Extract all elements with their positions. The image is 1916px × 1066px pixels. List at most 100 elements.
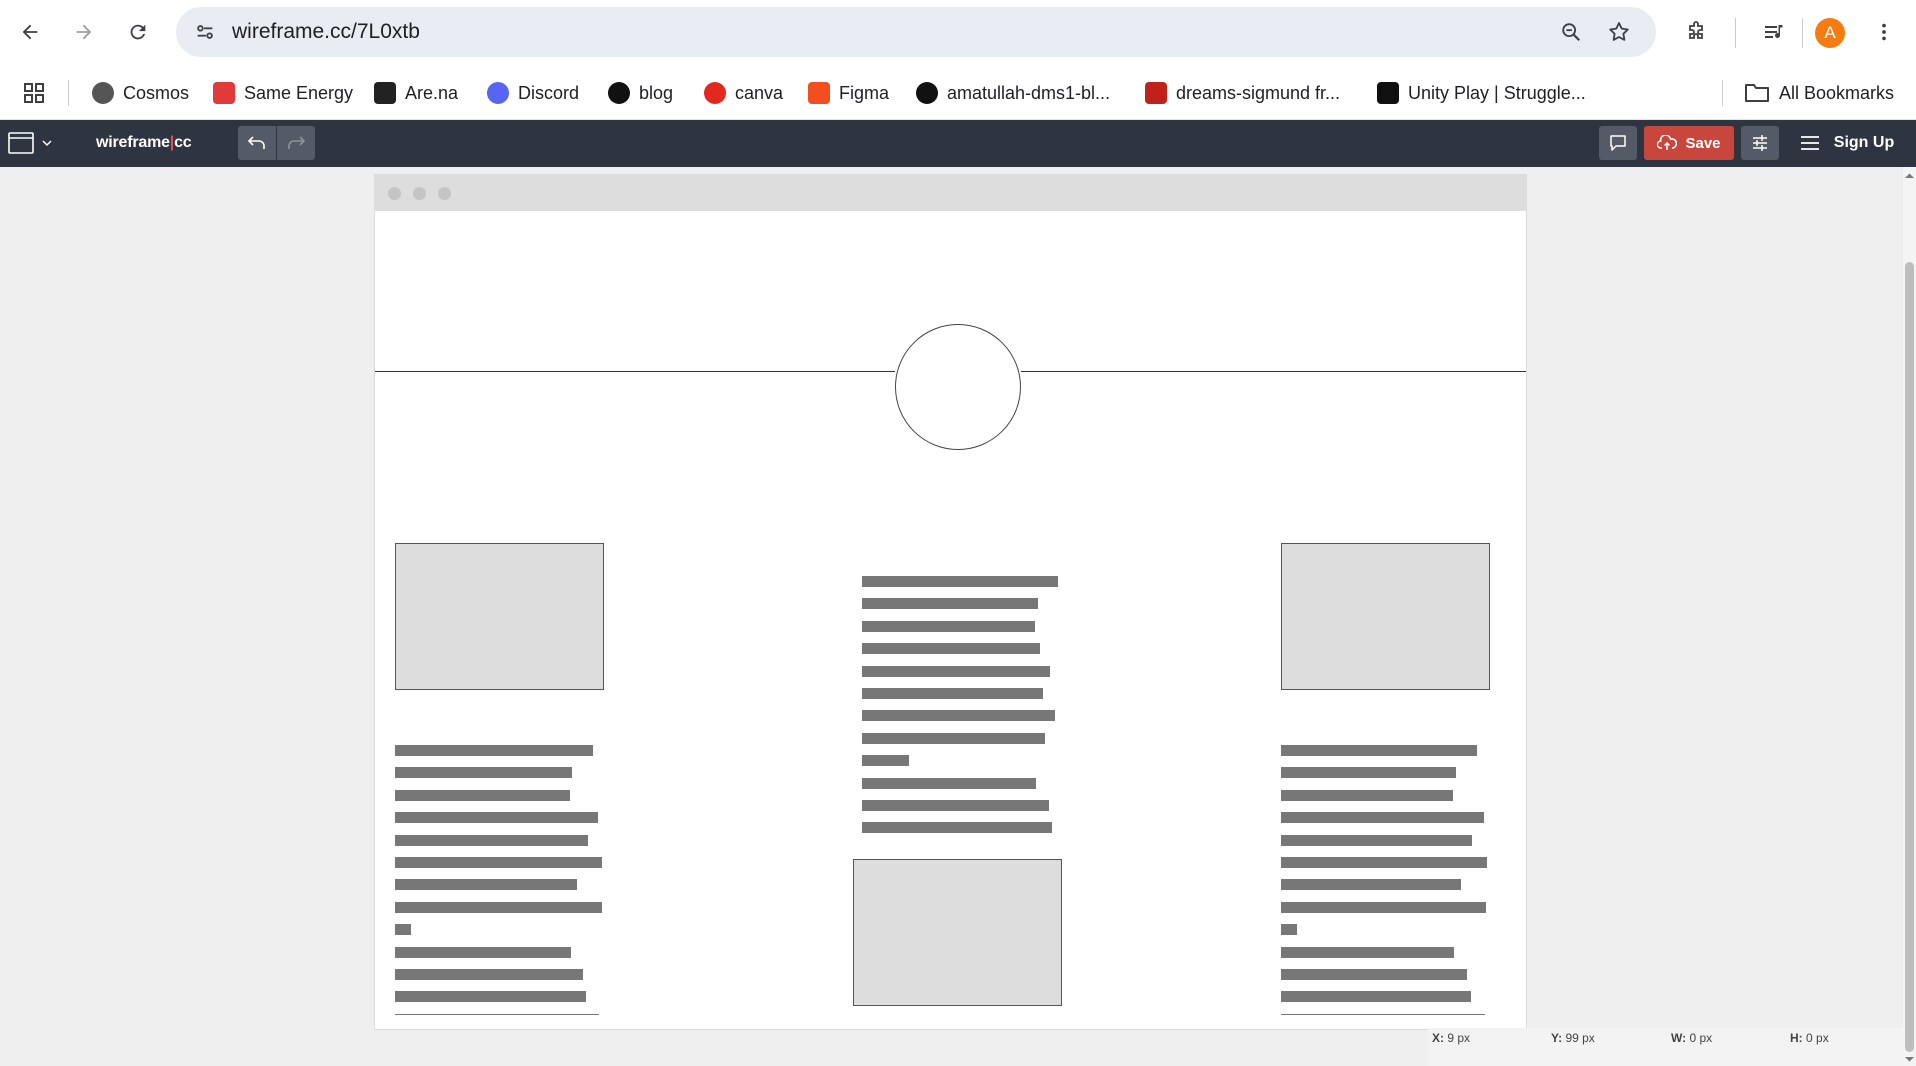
- bookmark-item[interactable]: Figma: [808, 78, 889, 108]
- h-label: H:: [1790, 1031, 1803, 1045]
- text-line-placeholder[interactable]: [862, 620, 1035, 632]
- text-line-placeholder[interactable]: [395, 857, 602, 868]
- save-button[interactable]: Save: [1644, 126, 1734, 160]
- text-line-placeholder[interactable]: [1281, 946, 1454, 958]
- text-line-placeholder[interactable]: [862, 800, 1049, 811]
- url-text[interactable]: wireframe.cc/7L0xtb: [232, 20, 420, 44]
- image-placeholder-left[interactable]: [395, 543, 604, 690]
- image-placeholder-right[interactable]: [1281, 543, 1490, 690]
- text-line-placeholder[interactable]: [395, 901, 602, 913]
- header-line-right[interactable]: [1021, 371, 1526, 372]
- text-line-placeholder[interactable]: [395, 834, 588, 846]
- figma-icon: [808, 82, 830, 104]
- text-line-placeholder[interactable]: [1281, 991, 1471, 1003]
- reload-icon: [130, 24, 146, 40]
- pdf-icon: [1145, 82, 1167, 104]
- zoom-icon[interactable]: [1556, 17, 1586, 47]
- text-line-placeholder[interactable]: [1281, 901, 1486, 913]
- text-line-placeholder[interactable]: [862, 710, 1055, 722]
- media-controls-button[interactable]: [1756, 14, 1792, 50]
- bookmark-item[interactable]: dreams-sigmund fr...: [1145, 78, 1340, 108]
- bookmark-item[interactable]: blog: [608, 78, 673, 108]
- window-dot: [388, 187, 401, 200]
- logo-circle-placeholder[interactable]: [895, 324, 1021, 450]
- text-line-placeholder[interactable]: [395, 879, 577, 891]
- text-line-placeholder[interactable]: [395, 924, 411, 936]
- profile-avatar[interactable]: A: [1815, 18, 1845, 48]
- text-line-placeholder[interactable]: [1281, 857, 1487, 868]
- text-line-placeholder[interactable]: [1281, 812, 1484, 824]
- window-dot: [438, 187, 451, 200]
- text-line-placeholder[interactable]: [862, 732, 1045, 744]
- divider-right[interactable]: [1281, 1014, 1485, 1015]
- text-line-placeholder[interactable]: [1281, 879, 1461, 891]
- text-line-placeholder[interactable]: [862, 777, 1036, 789]
- all-bookmarks-button[interactable]: All Bookmarks: [1744, 78, 1894, 108]
- device-frame-dropdown[interactable]: [4, 126, 56, 160]
- text-line-placeholder[interactable]: [395, 745, 593, 756]
- bookmark-item[interactable]: Discord: [487, 78, 579, 108]
- text-line-placeholder[interactable]: [395, 969, 583, 980]
- selection-info-bar: X: 9 px Y: 99 px W: 0 px H: 0 px: [1428, 1028, 1903, 1066]
- text-line-placeholder[interactable]: [1281, 969, 1467, 980]
- text-line-placeholder[interactable]: [395, 767, 572, 779]
- bookmark-item[interactable]: Are.na: [374, 78, 458, 108]
- text-line-placeholder[interactable]: [395, 812, 598, 824]
- app-logo[interactable]: wireframe|cc: [96, 134, 192, 152]
- w-value: 0 px: [1689, 1031, 1713, 1045]
- toolbar-divider: [1735, 18, 1736, 48]
- text-line-placeholder[interactable]: [862, 576, 1058, 587]
- undo-button[interactable]: [238, 126, 276, 160]
- text-line-placeholder[interactable]: [1281, 767, 1456, 779]
- text-line-placeholder[interactable]: [862, 688, 1043, 699]
- text-line-placeholder[interactable]: [862, 643, 1040, 655]
- bookmark-item[interactable]: canva: [704, 78, 783, 108]
- bookmark-item[interactable]: Same Energy: [213, 78, 353, 108]
- forward-button[interactable]: [66, 14, 102, 50]
- bookmark-star-icon[interactable]: [1604, 17, 1634, 47]
- text-line-placeholder[interactable]: [862, 665, 1050, 677]
- scroll-down-icon: [1905, 1057, 1914, 1062]
- redo-icon: [288, 136, 306, 149]
- extensions-button[interactable]: [1678, 14, 1714, 50]
- wireframe-canvas[interactable]: [374, 174, 1527, 1030]
- text-line-placeholder[interactable]: [1281, 789, 1453, 801]
- bookmark-item[interactable]: amatullah-dms1-bl...: [916, 78, 1110, 108]
- all-bookmarks-label: All Bookmarks: [1779, 82, 1895, 103]
- comments-button[interactable]: [1599, 126, 1637, 160]
- bookmark-item[interactable]: Cosmos: [92, 78, 189, 108]
- header-line-left[interactable]: [375, 371, 895, 372]
- hamburger-menu-icon: [1800, 136, 1819, 150]
- text-line-placeholder[interactable]: [1281, 924, 1297, 936]
- text-line-placeholder[interactable]: [1281, 745, 1477, 756]
- text-line-placeholder[interactable]: [395, 946, 571, 958]
- address-bar[interactable]: wireframe.cc/7L0xtb: [176, 7, 1656, 57]
- text-line-placeholder[interactable]: [395, 991, 586, 1003]
- text-line-placeholder[interactable]: [395, 789, 570, 801]
- bookmark-item[interactable]: Unity Play | Struggle...: [1377, 78, 1586, 108]
- unity-icon: [1377, 82, 1399, 104]
- bookmark-label: canva: [735, 82, 784, 103]
- github-icon: [608, 82, 630, 104]
- x-label: X:: [1432, 1031, 1444, 1045]
- text-line-placeholder[interactable]: [862, 755, 909, 767]
- divider-left[interactable]: [395, 1014, 599, 1015]
- signup-menu-button[interactable]: Sign Up: [1792, 126, 1902, 160]
- cosmos-icon: [92, 82, 114, 104]
- text-line-placeholder[interactable]: [862, 822, 1052, 834]
- bookmarks-divider: [1722, 80, 1723, 106]
- text-line-placeholder[interactable]: [1281, 834, 1472, 846]
- apps-button[interactable]: [22, 78, 46, 108]
- site-settings-icon[interactable]: [190, 17, 220, 47]
- text-line-placeholder[interactable]: [862, 598, 1038, 610]
- logo-wordmark: wireframe: [96, 134, 170, 151]
- discord-icon: [487, 82, 509, 104]
- scrollbar-thumb[interactable]: [1905, 262, 1914, 1052]
- browser-menu-button[interactable]: [1866, 14, 1902, 50]
- back-button[interactable]: [12, 14, 48, 50]
- reload-button[interactable]: [120, 14, 156, 50]
- image-placeholder-center[interactable]: [853, 859, 1062, 1006]
- settings-button[interactable]: [1741, 126, 1779, 160]
- apps-grid-icon: [24, 83, 44, 103]
- redo-button[interactable]: [277, 126, 315, 160]
